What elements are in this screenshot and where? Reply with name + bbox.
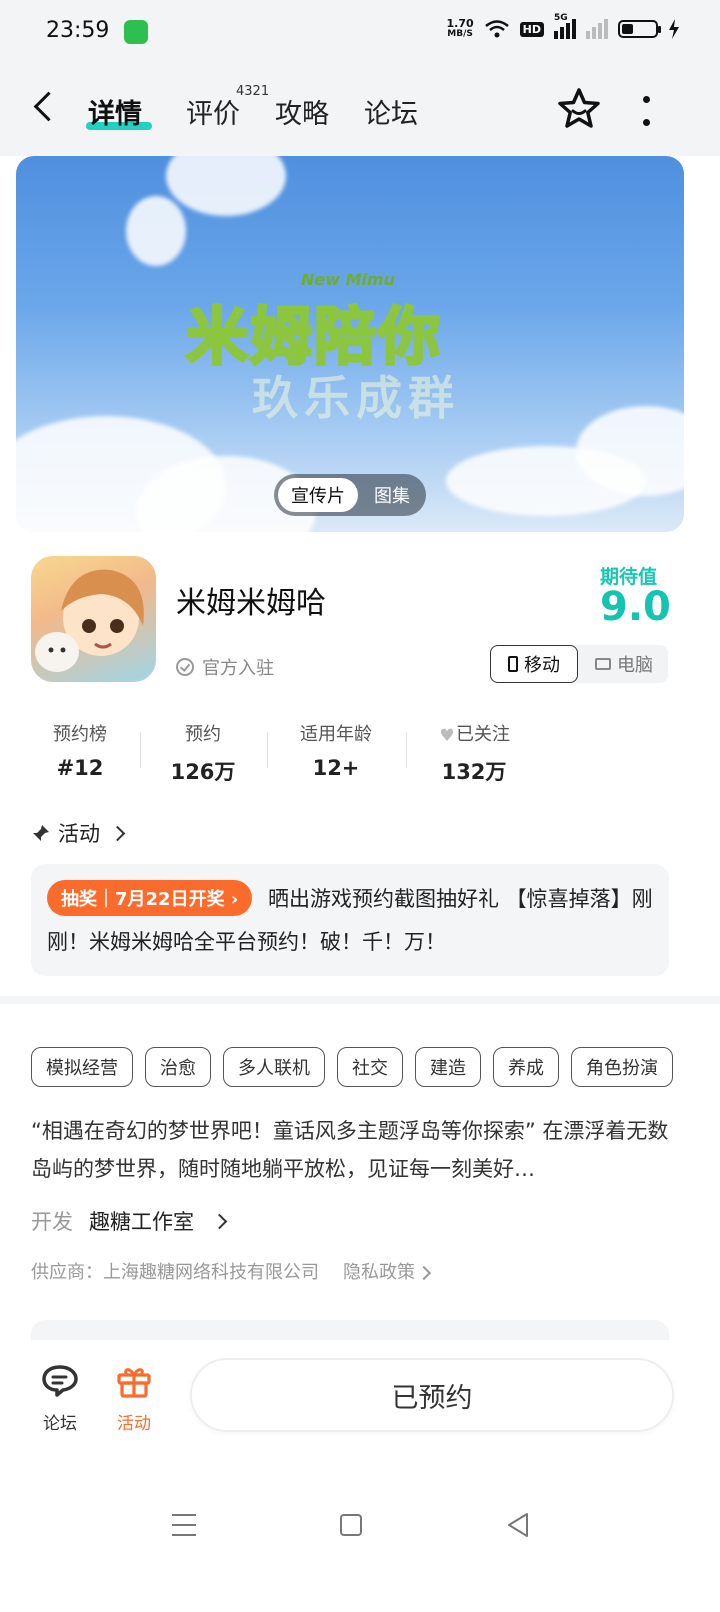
stat-value: 12+: [312, 756, 360, 780]
charging-icon: [669, 19, 679, 39]
hd-icon: HD: [519, 21, 544, 37]
signal-icon-2: [586, 19, 608, 39]
activity-header[interactable]: 活动: [32, 818, 126, 848]
developer-label: 开发: [31, 1210, 73, 1234]
supplier-text: 供应商：上海趣糖网络科技有限公司: [31, 1262, 319, 1283]
platform-pc[interactable]: 电脑: [580, 645, 668, 683]
section-divider: [0, 996, 720, 1004]
divider: [406, 732, 407, 768]
chevron-right-icon: [109, 825, 126, 841]
toggle-gallery[interactable]: 图集: [364, 478, 420, 512]
home-icon[interactable]: [340, 1514, 362, 1536]
platform-pc-label: 电脑: [617, 655, 653, 676]
tag-item[interactable]: 角色扮演: [571, 1047, 673, 1087]
forum-label: 论坛: [43, 1414, 77, 1434]
tag-item[interactable]: 模拟经营: [31, 1047, 133, 1087]
tag-item[interactable]: 建造: [415, 1047, 481, 1087]
tag-item[interactable]: 养成: [493, 1047, 559, 1087]
lottery-tag[interactable]: 抽奖｜7月22日开奖 ›: [47, 880, 253, 916]
stat-label: 已关注: [456, 724, 510, 745]
chevron-right-icon: [416, 1265, 432, 1281]
stat-value: #12: [56, 756, 104, 780]
back-triangle-icon[interactable]: [506, 1512, 530, 1538]
divider: [140, 732, 141, 768]
check-circle-icon: [176, 658, 194, 676]
stat-label: 适用年龄: [300, 724, 372, 745]
tab-reviews[interactable]: 评价: [186, 92, 240, 131]
activity-card[interactable]: 晒出游戏预约截图抽好礼 【惊喜掉落】刚刚！米姆米姆哈全平台预约！破！千！万！ 抽…: [31, 864, 669, 976]
app-notification-icon: [124, 20, 148, 44]
tab-guides[interactable]: 攻略: [275, 92, 329, 131]
privacy-link[interactable]: 隐私政策: [343, 1258, 432, 1284]
game-description[interactable]: “相遇在奇幻的梦世界吧！童话风多主题浮岛等你探索” 在漂浮着无数岛屿的梦世界，随…: [31, 1112, 671, 1188]
tag-item[interactable]: 社交: [337, 1047, 403, 1087]
tag-item[interactable]: 多人联机: [223, 1047, 325, 1087]
official-label: 官方入驻: [202, 658, 274, 679]
platform-switch: 移动 电脑: [490, 645, 668, 683]
platform-mobile-label: 移动: [524, 655, 560, 676]
supplier-row: 供应商：上海趣糖网络科技有限公司 隐私政策: [31, 1258, 432, 1284]
wifi-icon: [484, 20, 509, 38]
reserved-button[interactable]: 已预约: [190, 1358, 674, 1432]
stat-label: 预约榜: [53, 724, 107, 745]
forum-icon: [42, 1365, 78, 1397]
activity-label: 活动: [117, 1414, 151, 1434]
activity-title: 活动: [58, 822, 100, 846]
official-badge: 官方入驻: [176, 654, 274, 680]
stat-value: 126万: [170, 760, 236, 784]
platform-mobile[interactable]: 移动: [490, 645, 578, 683]
stat-age: 适用年龄 12+: [276, 720, 396, 780]
status-icons: 1.70 MB/S HD 5G: [446, 13, 680, 40]
menu-icon[interactable]: [172, 1514, 196, 1536]
expect-score: 9.0: [600, 584, 671, 630]
developer-name: 趣糖工作室: [89, 1210, 194, 1234]
reviews-count-badge: 4321: [236, 84, 270, 99]
battery-icon: [618, 20, 661, 38]
phone-icon: [508, 656, 518, 672]
app-name: 米姆米姆哈: [176, 586, 326, 621]
heart-icon: ♥: [439, 726, 455, 746]
stat-reservations: 预约 126万: [143, 720, 263, 786]
chevron-right-icon: [211, 1213, 228, 1229]
tab-details[interactable]: 详情: [88, 92, 142, 131]
tag-list: 模拟经营 治愈 多人联机 社交 建造 养成 角色扮演: [31, 1047, 673, 1087]
banner-video[interactable]: New Mimu 米姆陪你 玖乐成群 宣传片 图集: [16, 156, 684, 532]
stat-followers[interactable]: ♥已关注 132万: [414, 720, 534, 786]
app-icon: [31, 556, 156, 682]
stat-value: 132万: [441, 760, 507, 784]
forum-button[interactable]: 论坛: [30, 1364, 90, 1434]
gift-icon: [117, 1368, 151, 1398]
developer-row[interactable]: 开发 趣糖工作室: [31, 1206, 228, 1236]
tab-forum[interactable]: 论坛: [364, 92, 418, 131]
net-speed: 1.70 MB/S: [446, 17, 474, 39]
activity-button[interactable]: 活动: [104, 1364, 164, 1434]
tag-item[interactable]: 治愈: [145, 1047, 211, 1087]
signal-icon: 5G: [554, 13, 576, 39]
more-icon[interactable]: [642, 96, 650, 126]
system-nav-bar: [0, 1470, 720, 1612]
stat-label: 预约: [185, 724, 221, 745]
monitor-icon: [595, 658, 611, 670]
stat-rank[interactable]: 预约榜 #12: [20, 720, 140, 780]
status-time: 23:59: [46, 18, 110, 43]
media-toggle: 宣传片 图集: [274, 474, 426, 516]
star-icon[interactable]: [556, 86, 602, 132]
toggle-video[interactable]: 宣传片: [278, 478, 358, 512]
banner-subtitle: 玖乐成群: [252, 371, 460, 425]
divider: [267, 732, 268, 768]
pin-icon: [33, 825, 49, 841]
